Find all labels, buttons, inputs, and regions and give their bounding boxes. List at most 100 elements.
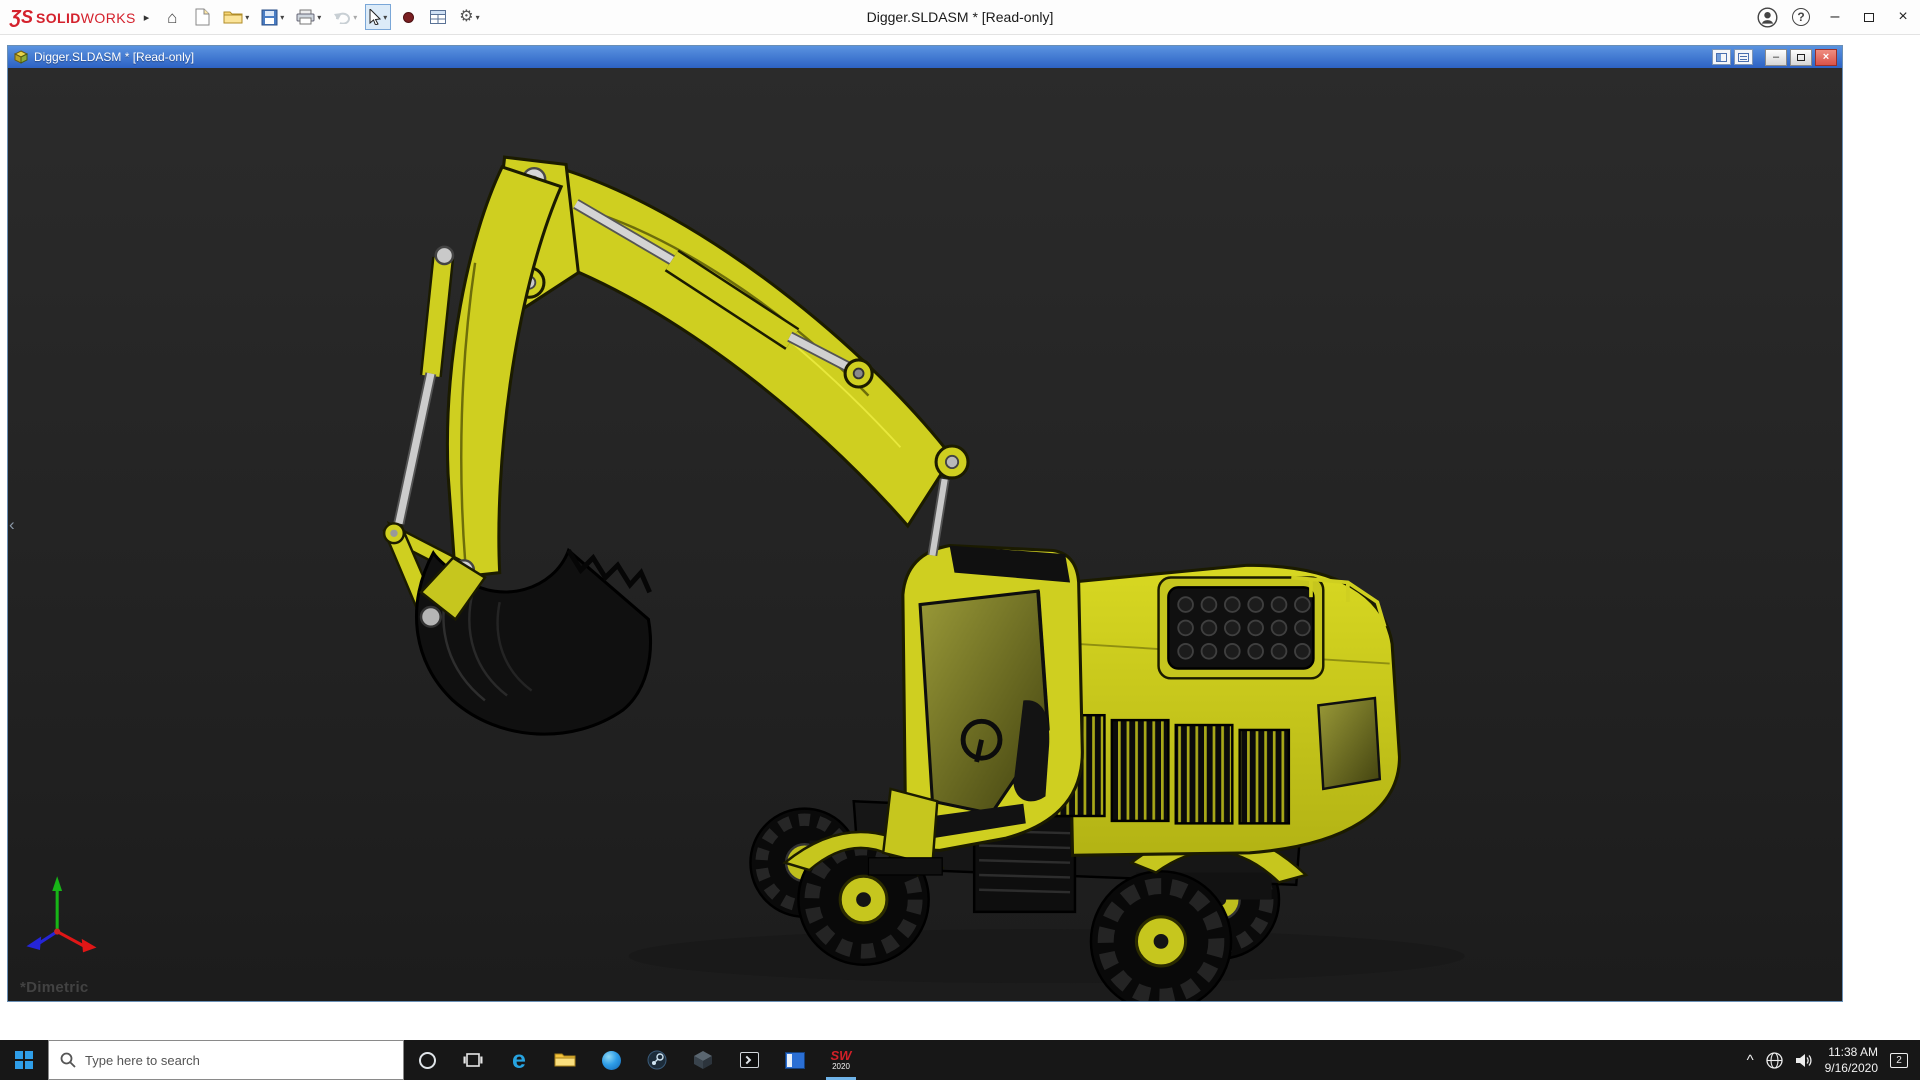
browser-button[interactable] bbox=[588, 1040, 634, 1080]
print-icon bbox=[296, 9, 315, 25]
close-button[interactable]: × bbox=[1886, 0, 1920, 35]
undo-icon bbox=[333, 10, 351, 24]
new-document-button[interactable] bbox=[189, 4, 215, 30]
app-title: Digger.SLDASM * [Read-only] bbox=[867, 9, 1054, 25]
pane-toggle-button-1[interactable] bbox=[1712, 49, 1731, 65]
panel-collapse-arrow[interactable]: ‹ bbox=[9, 516, 15, 533]
solidworks-taskbar-button[interactable]: SW 2020 bbox=[818, 1040, 864, 1080]
doc-restore-button[interactable] bbox=[1790, 49, 1812, 66]
cube-app-button[interactable] bbox=[680, 1040, 726, 1080]
edge-icon: e bbox=[512, 1048, 526, 1073]
macro-record-button[interactable] bbox=[395, 4, 421, 30]
open-folder-icon bbox=[223, 9, 243, 25]
titlebar-controls: ? – × bbox=[1750, 0, 1920, 35]
solidworks-logo: ƷS SOLID WORKS bbox=[10, 7, 136, 28]
terminal-button[interactable] bbox=[726, 1040, 772, 1080]
home-icon: ⌂ bbox=[167, 9, 177, 26]
open-button[interactable]: ▾ bbox=[219, 4, 253, 30]
task-view-icon bbox=[463, 1051, 483, 1069]
caret-icon: ▾ bbox=[245, 13, 249, 22]
undo-button[interactable]: ▾ bbox=[329, 4, 361, 30]
select-tool-button[interactable]: ▾ bbox=[365, 4, 391, 30]
document-titlebar[interactable]: Digger.SLDASM * [Read-only] – × bbox=[8, 46, 1842, 68]
print-button[interactable]: ▾ bbox=[292, 4, 325, 30]
graphics-viewport[interactable]: ‹ *Dimetric bbox=[8, 68, 1842, 1001]
solidworks-icon: SW 2020 bbox=[831, 1049, 852, 1071]
notification-badge: 2 bbox=[1896, 1055, 1902, 1066]
terminal-icon bbox=[740, 1052, 759, 1068]
assembly-document-icon bbox=[13, 50, 29, 64]
boom-arm[interactable] bbox=[527, 169, 952, 525]
list-pane-icon bbox=[1738, 53, 1749, 62]
bucket[interactable] bbox=[417, 550, 651, 734]
home-button[interactable]: ⌂ bbox=[159, 4, 185, 30]
app-titlebar: ƷS SOLID WORKS ▸ ⌂ ▾ ▾ bbox=[0, 0, 1920, 35]
cortana-icon bbox=[419, 1052, 436, 1069]
cortana-button[interactable] bbox=[404, 1040, 450, 1080]
select-cursor-icon bbox=[369, 9, 381, 25]
caret-icon: ▾ bbox=[383, 13, 387, 22]
document-window: Digger.SLDASM * [Read-only] – × bbox=[7, 45, 1843, 1002]
ground-shadow bbox=[629, 929, 1465, 983]
file-explorer-icon bbox=[554, 1051, 576, 1069]
taskbar-search[interactable] bbox=[48, 1040, 404, 1080]
record-icon bbox=[403, 12, 414, 23]
caret-icon: ▾ bbox=[353, 13, 357, 22]
network-icon bbox=[1766, 1052, 1783, 1069]
options-button[interactable]: ⚙ ▾ bbox=[455, 4, 483, 30]
browser-icon bbox=[602, 1051, 621, 1070]
action-center-button[interactable]: 2 bbox=[1890, 1053, 1908, 1068]
document-window-controls: – × bbox=[1712, 49, 1837, 66]
help-icon: ? bbox=[1792, 8, 1810, 26]
engine-grid[interactable] bbox=[1159, 578, 1324, 679]
gear-icon: ⚙ bbox=[459, 9, 473, 25]
brand-name-light: WORKS bbox=[81, 10, 136, 26]
save-button[interactable]: ▾ bbox=[257, 4, 288, 30]
search-icon bbox=[60, 1052, 76, 1068]
orientation-triad bbox=[26, 876, 96, 952]
minimize-button[interactable]: – bbox=[1818, 0, 1852, 35]
restore-icon bbox=[1797, 54, 1805, 61]
table-icon bbox=[430, 10, 446, 24]
file-explorer-button[interactable] bbox=[542, 1040, 588, 1080]
menu-flyout-arrow-icon[interactable]: ▸ bbox=[144, 11, 150, 24]
split-pane-icon bbox=[1716, 53, 1727, 62]
brand-name-bold: SOLID bbox=[36, 10, 81, 26]
mdi-area: Digger.SLDASM * [Read-only] – × bbox=[0, 35, 1920, 1040]
brand-mark-icon: ƷS bbox=[10, 7, 33, 28]
pane-toggle-button-2[interactable] bbox=[1734, 49, 1753, 65]
network-button[interactable] bbox=[1766, 1052, 1783, 1069]
task-pane-button[interactable] bbox=[425, 4, 451, 30]
quick-access-toolbar: ⌂ ▾ ▾ bbox=[159, 4, 483, 30]
help-button[interactable]: ? bbox=[1784, 0, 1818, 35]
windows-logo-icon bbox=[15, 1051, 33, 1069]
steam-icon bbox=[647, 1050, 667, 1070]
caret-icon: ▾ bbox=[317, 13, 321, 22]
start-button[interactable] bbox=[0, 1040, 48, 1080]
boom-foot-joint[interactable] bbox=[932, 446, 968, 555]
stick-arm[interactable] bbox=[447, 167, 561, 578]
steam-button[interactable] bbox=[634, 1040, 680, 1080]
task-view-button[interactable] bbox=[450, 1040, 496, 1080]
account-button[interactable] bbox=[1750, 0, 1784, 35]
cube-app-icon bbox=[693, 1050, 713, 1070]
stick-cylinder[interactable] bbox=[399, 247, 453, 524]
doc-minimize-button[interactable]: – bbox=[1765, 49, 1787, 66]
maximize-button[interactable] bbox=[1852, 0, 1886, 35]
edge-button[interactable]: e bbox=[496, 1040, 542, 1080]
window-app-button[interactable] bbox=[772, 1040, 818, 1080]
doc-close-button[interactable]: × bbox=[1815, 49, 1837, 66]
taskbar-clock[interactable]: 11:38 AM 9/16/2020 bbox=[1825, 1044, 1878, 1076]
excavator-3d-model[interactable] bbox=[8, 68, 1842, 1001]
volume-button[interactable] bbox=[1795, 1053, 1813, 1068]
taskbar: e SW 2020 bbox=[0, 1040, 1920, 1080]
volume-icon bbox=[1795, 1053, 1813, 1068]
view-orientation-label: *Dimetric bbox=[20, 979, 89, 996]
restore-icon bbox=[1864, 13, 1874, 22]
tray-overflow-button[interactable]: ^ bbox=[1747, 1052, 1754, 1069]
search-input[interactable] bbox=[85, 1053, 392, 1068]
system-tray: ^ 11:38 AM 9/16/2020 2 bbox=[1747, 1040, 1920, 1080]
clock-time: 11:38 AM bbox=[1825, 1044, 1878, 1060]
new-document-icon bbox=[195, 8, 210, 26]
caret-icon: ▾ bbox=[280, 13, 284, 22]
